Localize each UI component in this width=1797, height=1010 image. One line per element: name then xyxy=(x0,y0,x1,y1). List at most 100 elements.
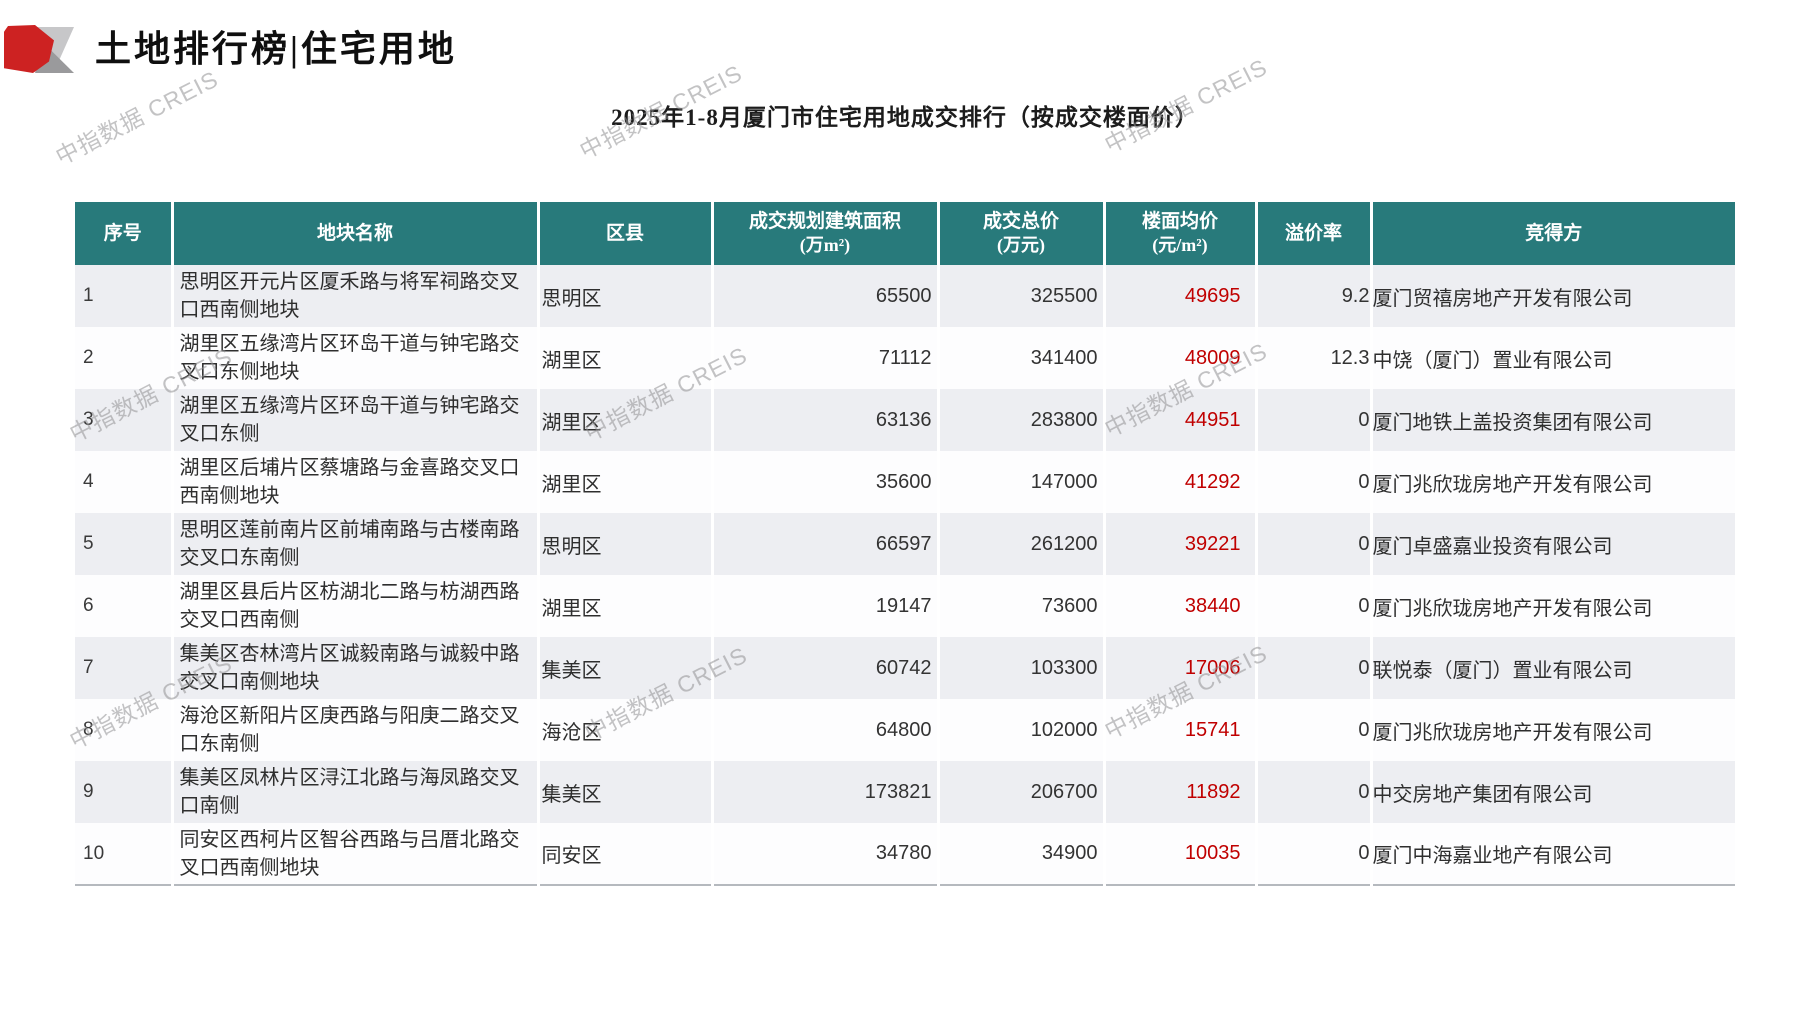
cell-area: 34780 xyxy=(712,823,940,886)
table-row: 3 湖里区五缘湾片区环岛干道与钟宅路交叉口东侧 湖里区 63136 283800 4495… xyxy=(75,389,1735,451)
creis-logo-icon xyxy=(4,25,76,73)
cell-floor: 41292 xyxy=(1104,451,1258,513)
column-header-label: 序号 xyxy=(103,222,142,244)
table-row: 6 湖里区县后片区枋湖北二路与枋湖西路交叉口西南侧 湖里区 19147 73600 384… xyxy=(75,575,1735,637)
cell-total: 147000 xyxy=(938,451,1106,513)
table-title: 2025年1-8月厦门市住宅用地成交排行（按成交楼面价） xyxy=(611,105,1199,130)
cell-district: 海沧区 xyxy=(538,699,714,761)
cell-premium: 0 xyxy=(1256,513,1373,575)
cell-premium: 0 xyxy=(1256,637,1373,699)
cell-district: 湖里区 xyxy=(538,327,714,389)
cell-district: 同安区 xyxy=(538,823,714,886)
column-header-label: 成交总价 xyxy=(982,211,1059,233)
cell-total: 325500 xyxy=(938,265,1106,327)
cell-name: 同安区西柯片区智谷西路与吕厝北路交叉口西南侧地块 xyxy=(172,823,540,886)
cell-name: 湖里区五缘湾片区环岛干道与钟宅路交叉口东侧地块 xyxy=(172,327,540,389)
cell-floor: 44951 xyxy=(1104,389,1258,451)
cell-winner: 中交房地产集团有限公司 xyxy=(1372,783,1593,806)
cell-premium: 12.3 xyxy=(1256,327,1373,389)
cell-premium: 0 xyxy=(1256,451,1373,513)
cell-total: 283800 xyxy=(938,389,1106,451)
column-header-5: 楼面均价 (元/m²) xyxy=(1104,202,1258,265)
cell-floor: 11892 xyxy=(1104,761,1258,823)
cell-area: 35600 xyxy=(712,451,940,513)
column-header-label: 成交规划建筑面积 xyxy=(748,211,901,233)
cell-area: 64800 xyxy=(712,699,940,761)
cell-name: 思明区开元片区厦禾路与将军祠路交叉口西南侧地块 xyxy=(172,265,540,327)
cell-name: 集美区杏林湾片区诚毅南路与诚毅中路交叉口南侧地块 xyxy=(172,637,540,699)
cell-winner: 联悦泰（厦门）置业有限公司 xyxy=(1372,659,1633,682)
cell-district: 思明区 xyxy=(538,265,714,327)
table-header-row: 序号 地块名称 区县 成交规划建筑面积 (万m²) 成交总价 (万元) 楼面均价 (元/m²) 溢… xyxy=(75,202,1735,265)
cell-winner: 厦门卓盛嘉业投资有限公司 xyxy=(1372,535,1613,558)
table-row: 9 集美区凤林片区浔江北路与海凤路交叉口南侧 集美区 173821 206700 1189… xyxy=(75,761,1735,823)
cell-premium: 0 xyxy=(1256,761,1373,823)
cell-total: 102000 xyxy=(938,699,1106,761)
cell-seq: 6 xyxy=(75,575,174,637)
cell-premium: 9.2 xyxy=(1256,265,1373,327)
cell-seq: 7 xyxy=(75,637,174,699)
cell-winner: 厦门兆欣珑房地产开发有限公司 xyxy=(1372,721,1653,744)
table-row: 1 思明区开元片区厦禾路与将军祠路交叉口西南侧地块 思明区 65500 325500 49… xyxy=(75,265,1735,327)
cell-area: 60742 xyxy=(712,637,940,699)
cell-total: 34900 xyxy=(938,823,1106,886)
cell-seq: 8 xyxy=(75,699,174,761)
cell-area: 65500 xyxy=(712,265,940,327)
table-row: 7 集美区杏林湾片区诚毅南路与诚毅中路交叉口南侧地块 集美区 60742 103300 1… xyxy=(75,637,1735,699)
column-header-label: 溢价率 xyxy=(1284,222,1342,244)
column-header-label: 区县 xyxy=(605,222,644,244)
cell-total: 103300 xyxy=(938,637,1106,699)
column-header-unit: (元/m²) xyxy=(1152,235,1208,256)
cell-winner: 厦门中海嘉业地产有限公司 xyxy=(1371,823,1735,886)
column-header-3: 成交规划建筑面积 (万m²) xyxy=(712,202,940,265)
column-header-2: 区县 xyxy=(538,202,714,265)
cell-name: 集美区凤林片区浔江北路与海凤路交叉口南侧 xyxy=(172,761,540,823)
table-body: 1 思明区开元片区厦禾路与将军祠路交叉口西南侧地块 思明区 65500 325500 49… xyxy=(75,265,1735,886)
cell-premium: 0 xyxy=(1256,575,1373,637)
table-row: 8 海沧区新阳片区庚西路与阳庚二路交叉口东南侧 海沧区 64800 102000 1574… xyxy=(75,699,1735,761)
cell-area: 19147 xyxy=(712,575,940,637)
cell-winner: 厦门兆欣珑房地产开发有限公司 xyxy=(1372,597,1653,620)
column-header-label: 楼面均价 xyxy=(1141,211,1218,233)
cell-area: 63136 xyxy=(712,389,940,451)
column-header-unit: (万元) xyxy=(997,235,1045,256)
cell-seq: 2 xyxy=(75,327,174,389)
cell-premium: 0 xyxy=(1256,823,1373,886)
cell-premium: 0 xyxy=(1256,389,1373,451)
cell-area: 66597 xyxy=(712,513,940,575)
cell-seq: 4 xyxy=(75,451,174,513)
cell-floor: 39221 xyxy=(1104,513,1258,575)
cell-seq: 10 xyxy=(75,823,174,886)
cell-total: 73600 xyxy=(938,575,1106,637)
column-header-1: 地块名称 xyxy=(172,202,540,265)
cell-district: 思明区 xyxy=(538,513,714,575)
column-header-6: 溢价率 xyxy=(1256,202,1373,265)
cell-area: 71112 xyxy=(712,327,940,389)
table-row: 4 湖里区后埔片区蔡塘路与金喜路交叉口西南侧地块 湖里区 35600 147000 412… xyxy=(75,451,1735,513)
cell-total: 206700 xyxy=(938,761,1106,823)
table-row: 5 思明区莲前南片区前埔南路与古楼南路交叉口东南侧 思明区 66597 261200 39… xyxy=(75,513,1735,575)
column-header-0: 序号 xyxy=(75,202,174,265)
cell-floor: 49695 xyxy=(1104,265,1258,327)
cell-seq: 3 xyxy=(75,389,174,451)
column-header-unit: (万m²) xyxy=(799,235,851,256)
page-title: 土地排行榜|住宅用地 xyxy=(95,29,457,69)
cell-name: 海沧区新阳片区庚西路与阳庚二路交叉口东南侧 xyxy=(172,699,540,761)
cell-area: 173821 xyxy=(712,761,940,823)
cell-seq: 1 xyxy=(75,265,174,327)
table-row: 10 同安区西柯片区智谷西路与吕厝北路交叉口西南侧地块 同安区 34780 34900 1… xyxy=(75,823,1735,886)
cell-winner: 厦门兆欣珑房地产开发有限公司 xyxy=(1372,473,1653,496)
cell-name: 湖里区五缘湾片区环岛干道与钟宅路交叉口东侧 xyxy=(172,389,540,451)
cell-district: 湖里区 xyxy=(538,575,714,637)
cell-name: 湖里区县后片区枋湖北二路与枋湖西路交叉口西南侧 xyxy=(172,575,540,637)
cell-total: 261200 xyxy=(938,513,1106,575)
cell-winner: 厦门地铁上盖投资集团有限公司 xyxy=(1372,411,1653,434)
cell-winner: 中饶（厦门）置业有限公司 xyxy=(1372,349,1613,372)
cell-seq: 5 xyxy=(75,513,174,575)
cell-floor: 48009 xyxy=(1104,327,1258,389)
cell-floor: 15741 xyxy=(1104,699,1258,761)
cell-floor: 10035 xyxy=(1104,823,1258,886)
table-row: 2 湖里区五缘湾片区环岛干道与钟宅路交叉口东侧地块 湖里区 71112 341400 48… xyxy=(75,327,1735,389)
column-header-7: 竞得方 xyxy=(1371,202,1735,265)
cell-name: 湖里区后埔片区蔡塘路与金喜路交叉口西南侧地块 xyxy=(172,451,540,513)
